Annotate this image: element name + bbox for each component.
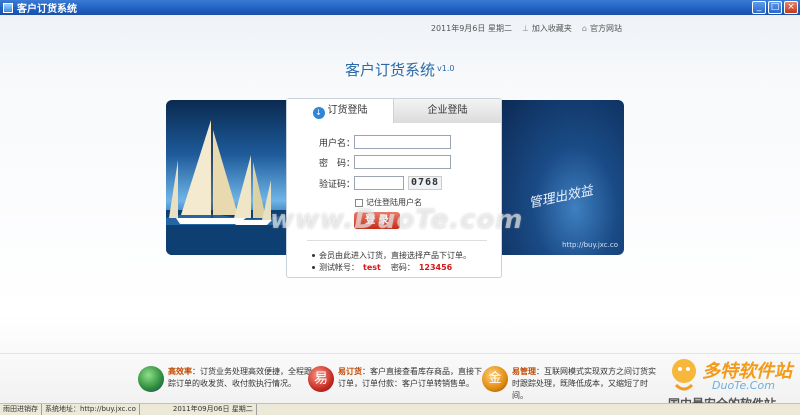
system-version: v1.0 [437, 64, 455, 73]
official-site-link[interactable]: ⌂ 官方网站 [582, 23, 622, 34]
official-site-label: 官方网站 [590, 24, 622, 33]
feature-efficiency: 高效率：订货业务处理高效便捷，全程跟踪订单的收发货、收付款执行情况。 [138, 366, 318, 392]
password-input[interactable] [354, 155, 451, 169]
system-title: 客户订货系统 [345, 61, 436, 79]
mascot-icon [672, 359, 696, 391]
tab-enterprise-login[interactable]: 企业登陆 [394, 99, 501, 123]
banner-url: http://buy.jxc.co [562, 241, 618, 249]
bullet-icon [312, 254, 315, 257]
download-arrow-icon: ↓ [312, 107, 325, 119]
divider [307, 240, 487, 241]
password-label: 密 码： [318, 159, 355, 169]
status-date: 2011年09月06日 星期二 [170, 404, 257, 415]
add-favorite-label: 加入收藏夹 [531, 24, 572, 33]
username-label: 用户名： [318, 139, 355, 149]
feature-easy-order: 易 易订货：客户直接查看库存商品，直接下订单，订单付款：客户订单转销售单。 [308, 366, 488, 392]
watermark: www.DuoTe.com [270, 205, 524, 235]
feature-easy-manage: 金 易管理：互联网模式实现双方之间订货实时跟踪处理，既降低成本，又缩短了时间。 [482, 366, 662, 402]
easy-order-icon: 易 [308, 366, 334, 392]
login-tabs: ↓ 订货登陆 企业登陆 [287, 99, 501, 123]
feature-efficiency-text: 高效率：订货业务处理高效便捷，全程跟踪订单的收发货、收付款执行情况。 [168, 367, 312, 388]
date-text: 2011年9月6日 星期二 [430, 24, 512, 33]
close-button[interactable]: × [784, 1, 798, 14]
page: 2011年9月6日 星期二 ⊥ 加入收藏夹 ⌂ 官方网站 客户订货系统 v1.0… [0, 15, 800, 411]
window-title: 客户订货系统 [17, 4, 77, 15]
username-input[interactable] [354, 135, 451, 149]
duote-logo-en: DuoTe.Com [712, 379, 775, 392]
login-panel: ↓ 订货登陆 企业登陆 用户名： 密 码： 验证码： 0768 记住登陆用户名 登… [286, 98, 502, 278]
window-controls: _ □ × [752, 1, 798, 14]
feature-easy-manage-title: 易管理 [512, 367, 536, 376]
status-bar: 雨田进销存 系统地址：http://buy.jxc.co 2011年09月06日… [0, 403, 800, 415]
title-bar: 客户订货系统 _ □ × [0, 0, 800, 15]
note-member: 会员由此进入订货，直接选择产品下订单。 [312, 250, 471, 261]
captcha-label: 验证码： [318, 180, 355, 190]
feature-easy-manage-text: 易管理：互联网模式实现双方之间订货实时跟踪处理，既降低成本，又缩短了时间。 [512, 367, 656, 400]
slogan-text: 管理出效益 [527, 183, 595, 212]
gold-icon: 金 [482, 366, 508, 392]
globe-computer-icon [138, 366, 164, 392]
tab-enterprise-login-label: 企业登陆 [427, 105, 468, 116]
captcha-input[interactable] [354, 176, 404, 190]
test-account-value: test [363, 263, 381, 272]
test-password-label: 密码： [390, 263, 415, 272]
app-icon [3, 2, 13, 13]
test-account-label: 测试帐号： [319, 263, 359, 272]
maximize-button[interactable]: □ [768, 1, 782, 14]
captcha-image[interactable]: 0768 [408, 176, 442, 190]
note-test-account: 测试帐号： test 密码： 123456 [312, 262, 452, 273]
test-password-value: 123456 [418, 263, 453, 272]
feature-easy-order-text: 易订货：客户直接查看库存商品，直接下订单，订单付款：客户订单转销售单。 [338, 367, 482, 388]
add-favorite-link[interactable]: ⊥ 加入收藏夹 [522, 23, 572, 34]
note-member-text: 会员由此进入订货，直接选择产品下订单。 [319, 251, 471, 260]
pin-icon: ⊥ [521, 24, 529, 33]
tab-order-login[interactable]: ↓ 订货登陆 [287, 99, 394, 123]
status-app: 雨田进销存 [0, 404, 42, 415]
status-url: 系统地址：http://buy.jxc.co [42, 404, 140, 415]
minimize-button[interactable]: _ [752, 1, 766, 14]
feature-easy-order-title: 易订货 [338, 367, 362, 376]
bullet-icon [312, 266, 315, 269]
home-icon: ⌂ [581, 24, 587, 33]
feature-efficiency-title: 高效率 [168, 367, 192, 376]
top-links: 2011年9月6日 星期二 ⊥ 加入收藏夹 ⌂ 官方网站 [431, 23, 622, 34]
tab-order-login-label: 订货登陆 [327, 105, 368, 116]
